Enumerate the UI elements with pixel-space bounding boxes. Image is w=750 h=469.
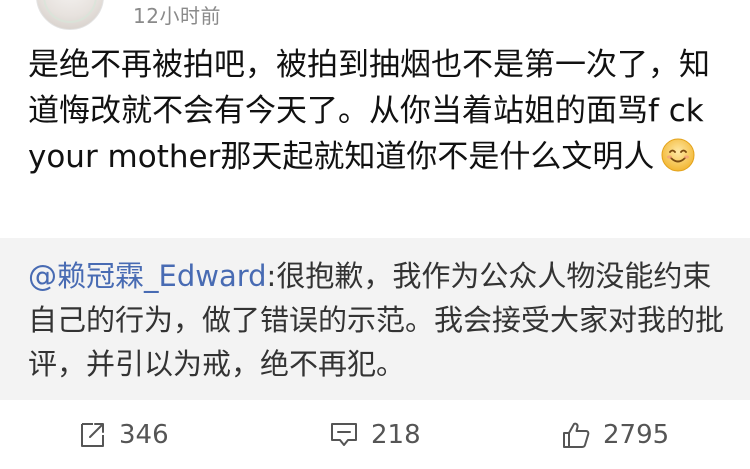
avatar[interactable]: [36, 0, 104, 30]
smile-emoji-icon: [661, 138, 695, 172]
repost-button[interactable]: 346: [77, 418, 169, 452]
comment-count: 218: [371, 420, 421, 450]
repost-count: 346: [119, 420, 169, 450]
post-body: 是绝不再被拍吧，被拍到抽烟也不是第一次了，知道悔改就不会有今天了。从你当着站姐的…: [28, 42, 728, 180]
quoted-post[interactable]: @赖冠霖_Edward:很抱歉，我作为公众人物没能约束自己的行为，做了错误的示范…: [0, 238, 750, 400]
avatar-ring: [43, 0, 97, 23]
post-text: 是绝不再被拍吧，被拍到抽烟也不是第一次了，知道悔改就不会有今天了。从你当着站姐的…: [28, 47, 710, 175]
post-timestamp: 12小时前: [133, 4, 221, 28]
weibo-comment-card: 12小时前 是绝不再被拍吧，被拍到抽烟也不是第一次了，知道悔改就不会有今天了。从…: [0, 0, 750, 469]
like-button[interactable]: 2795: [561, 418, 669, 452]
user-mention-link[interactable]: @赖冠霖_Edward: [28, 259, 267, 293]
comment-icon: [331, 423, 357, 446]
like-count: 2795: [603, 420, 670, 450]
thumbs-up-icon: [563, 422, 590, 448]
action-bar: 346 218 2795: [0, 400, 750, 469]
repost-icon: [81, 423, 104, 447]
comment-button[interactable]: 218: [329, 418, 421, 452]
quoted-post-text: @赖冠霖_Edward:很抱歉，我作为公众人物没能约束自己的行为，做了错误的示范…: [28, 254, 728, 386]
